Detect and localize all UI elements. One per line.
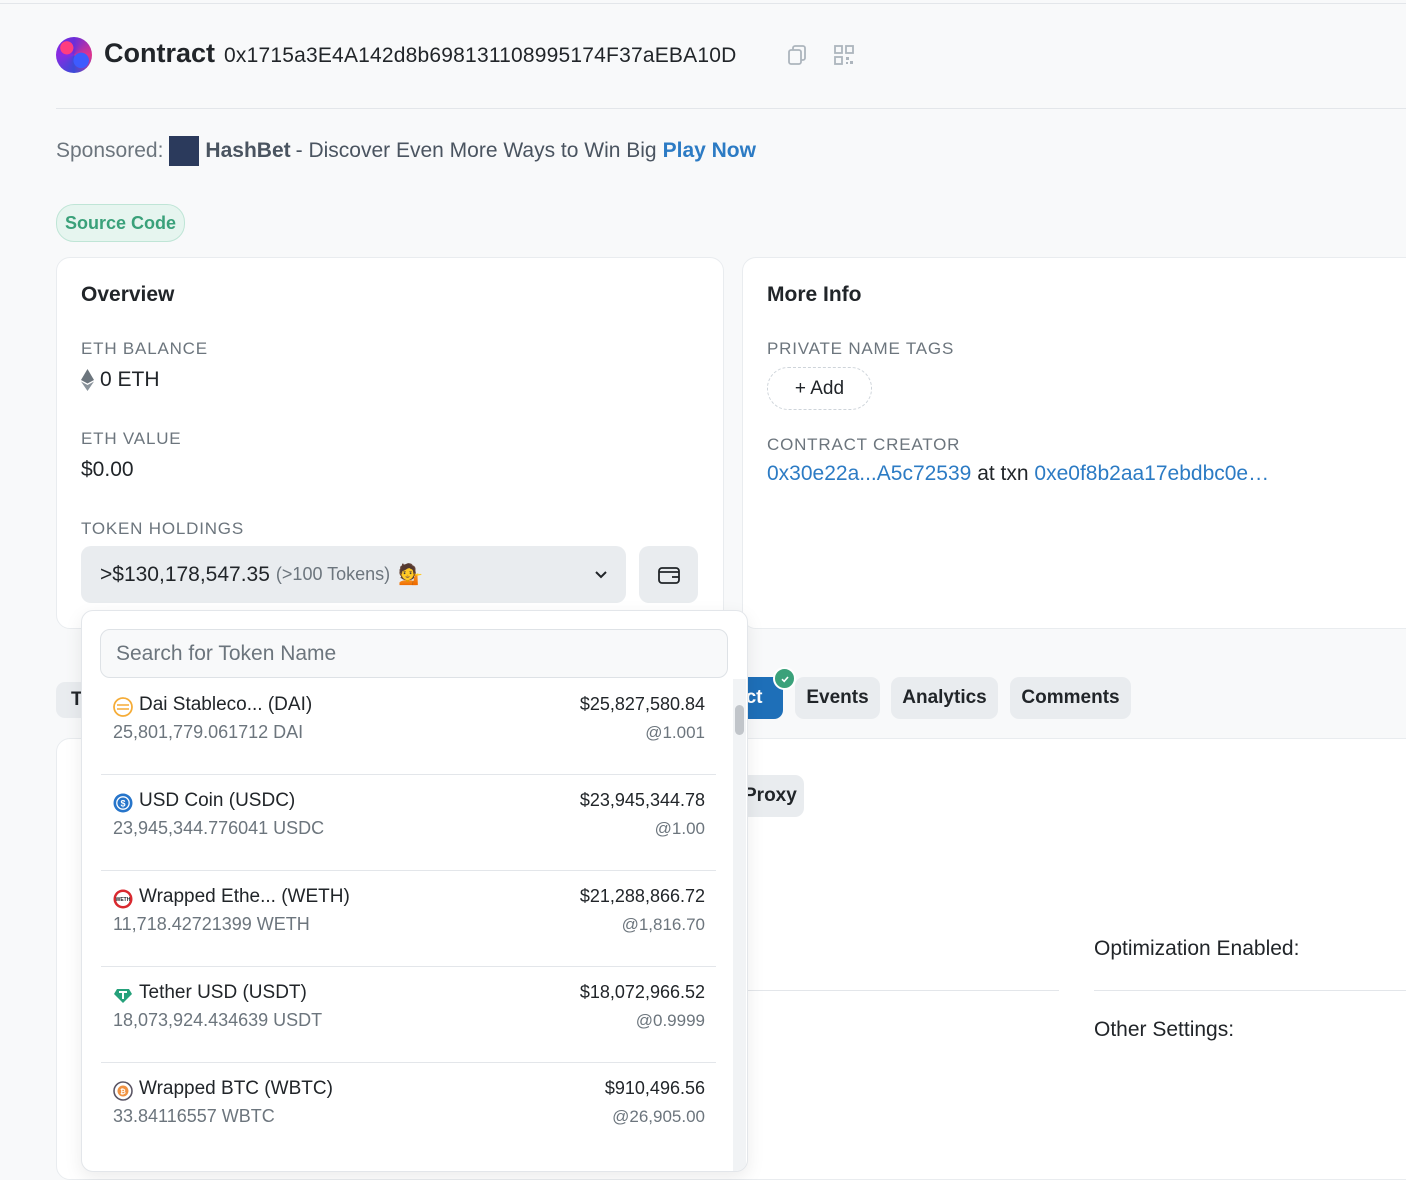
ethereum-icon bbox=[81, 369, 94, 391]
private-name-tags-label: PRIVATE NAME TAGS bbox=[767, 339, 955, 358]
token-row-usdt[interactable]: Tether USD (USDT) 18,073,924.434639 USDT… bbox=[101, 967, 716, 1063]
overview-title: Overview bbox=[81, 283, 175, 306]
sponsor-description: - Discover Even More Ways to Win Big bbox=[295, 139, 657, 162]
sponsored-prefix: Sponsored: bbox=[56, 139, 164, 162]
token-price: @1.00 bbox=[654, 819, 705, 838]
token-name: Wrapped Ethe... (WETH) bbox=[139, 886, 350, 907]
usdc-icon: $ bbox=[113, 793, 133, 813]
token-usd-value: $18,072,966.52 bbox=[579, 982, 705, 1002]
token-price: @0.9999 bbox=[635, 1011, 705, 1030]
token-row-weth[interactable]: WETH Wrapped Ethe... (WETH) 11,718.42721… bbox=[101, 871, 716, 967]
contract-address: 0x1715a3E4A142d8b698131108995174F37aEBA1… bbox=[224, 44, 737, 67]
add-name-tag-button[interactable]: + Add bbox=[767, 367, 872, 410]
copy-icon[interactable] bbox=[786, 44, 808, 66]
token-usd-value: $25,827,580.84 bbox=[579, 694, 705, 714]
token-name: USD Coin (USDC) bbox=[139, 790, 296, 811]
token-quantity: 11,718.42721399 WETH bbox=[113, 914, 310, 934]
scrollbar-thumb[interactable] bbox=[735, 705, 744, 735]
more-info-title: More Info bbox=[767, 283, 862, 306]
chevron-down-icon bbox=[595, 571, 607, 579]
usdt-icon bbox=[114, 989, 132, 1003]
sponsor-brand[interactable]: HashBet bbox=[205, 139, 290, 163]
token-quantity: 23,945,344.776041 USDC bbox=[113, 818, 325, 838]
token-usd-value: $910,496.56 bbox=[604, 1078, 705, 1098]
token-quantity: 33.84116557 WBTC bbox=[113, 1106, 275, 1126]
token-name: Dai Stableco... (DAI) bbox=[139, 694, 313, 715]
verified-check-icon bbox=[773, 667, 796, 690]
token-row-dai[interactable]: Dai Stableco... (DAI) 25,801,779.061712 … bbox=[101, 679, 716, 775]
token-usd-value: $23,945,344.78 bbox=[579, 790, 705, 810]
token-name: Tether USD (USDT) bbox=[139, 982, 307, 1003]
contract-creator: 0x30e22a...A5c72539 at txn 0xe0f8b2aa17e… bbox=[767, 462, 1269, 486]
settings-divider-left bbox=[740, 990, 1059, 991]
qr-code-icon[interactable] bbox=[833, 44, 855, 66]
contract-creator-label: CONTRACT CREATOR bbox=[767, 435, 961, 454]
token-price: @1.001 bbox=[645, 723, 705, 742]
eth-value-label: ETH VALUE bbox=[81, 429, 182, 448]
weth-icon: WETH bbox=[113, 889, 133, 909]
header-divider bbox=[56, 108, 1406, 109]
creator-connector: at txn bbox=[977, 462, 1029, 485]
tab-comments[interactable]: Comments bbox=[1010, 677, 1131, 719]
eth-balance-label: ETH BALANCE bbox=[81, 339, 208, 358]
token-holdings-emoji: 💁 bbox=[398, 564, 424, 586]
eth-balance-value: 0 ETH bbox=[100, 368, 160, 391]
dai-icon bbox=[113, 697, 133, 717]
hashbet-logo[interactable] bbox=[169, 136, 200, 166]
token-row-wbtc[interactable]: ₿ Wrapped BTC (WBTC) 33.84116557 WBTC $9… bbox=[101, 1063, 716, 1159]
eth-value: $0.00 bbox=[81, 458, 134, 481]
settings-divider-right bbox=[1094, 990, 1406, 991]
optimization-label: Optimization Enabled: bbox=[1094, 937, 1300, 960]
wallet-icon bbox=[657, 566, 680, 584]
token-holdings-amount: >$130,178,547.35 bbox=[100, 562, 270, 586]
token-quantity: 25,801,779.061712 DAI bbox=[113, 722, 304, 742]
wallet-button[interactable] bbox=[639, 546, 698, 603]
token-usd-value: $21,288,866.72 bbox=[579, 886, 705, 906]
contract-avatar bbox=[56, 37, 92, 73]
token-holdings-label: TOKEN HOLDINGS bbox=[81, 519, 244, 538]
other-settings-label: Other Settings: bbox=[1094, 1018, 1235, 1041]
page-title: Contract bbox=[104, 38, 216, 68]
tab-analytics[interactable]: Analytics bbox=[891, 677, 998, 719]
svg-text:₿: ₿ bbox=[120, 1088, 126, 1096]
wbtc-icon: ₿ bbox=[113, 1081, 133, 1101]
token-holdings-count: (>100 Tokens) bbox=[275, 564, 391, 584]
token-name: Wrapped BTC (WBTC) bbox=[139, 1078, 333, 1099]
token-search-input[interactable] bbox=[100, 629, 728, 678]
creator-txn-link[interactable]: 0xe0f8b2aa17ebdbc0e… bbox=[1034, 462, 1269, 485]
creator-address-link[interactable]: 0x30e22a...A5c72539 bbox=[767, 462, 971, 485]
token-price: @26,905.00 bbox=[612, 1107, 705, 1126]
sponsored-banner: Sponsored: HashBet - Discover Even More … bbox=[56, 136, 756, 166]
dropdown-scrollbar[interactable] bbox=[733, 679, 746, 1171]
token-holdings-dropdown[interactable]: >$130,178,547.35 (>100 Tokens) 💁 bbox=[81, 546, 626, 603]
svg-text:WETH: WETH bbox=[116, 897, 131, 903]
token-holdings-menu: Dai Stableco... (DAI) 25,801,779.061712 … bbox=[81, 610, 748, 1172]
token-price: @1,816.70 bbox=[621, 915, 705, 934]
svg-text:$: $ bbox=[120, 799, 125, 809]
token-quantity: 18,073,924.434639 USDT bbox=[113, 1010, 323, 1030]
play-now-link[interactable]: Play Now bbox=[663, 139, 756, 163]
top-border bbox=[0, 3, 1406, 4]
token-row-usdc[interactable]: $ USD Coin (USDC) 23,945,344.776041 USDC… bbox=[101, 775, 716, 871]
source-code-badge[interactable]: Source Code bbox=[56, 204, 185, 242]
tab-events[interactable]: Events bbox=[795, 677, 880, 719]
